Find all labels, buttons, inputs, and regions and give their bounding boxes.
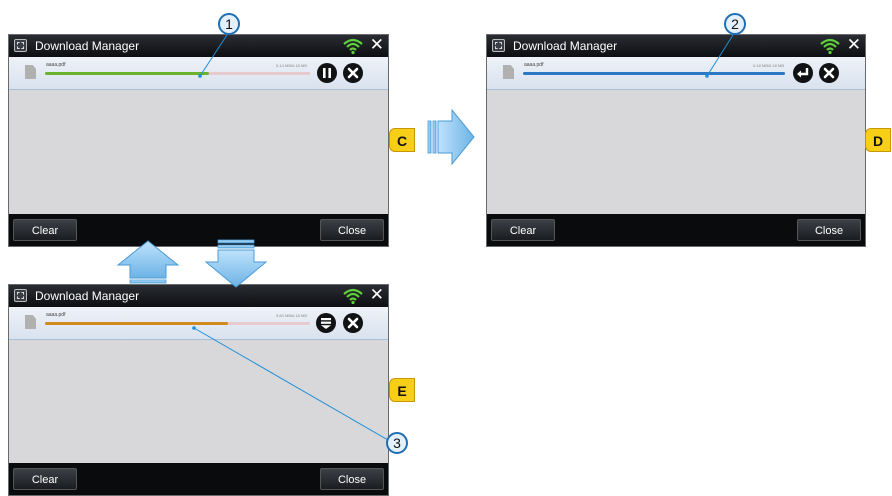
wifi-icon	[343, 288, 363, 305]
pause-icon	[323, 68, 331, 78]
bottom-bar: Clear Close	[9, 214, 388, 246]
resume-button[interactable]	[316, 313, 336, 333]
progress-fill	[45, 322, 228, 325]
window-title: Download Manager	[513, 39, 618, 53]
up-arrow-icon	[116, 240, 180, 284]
window-title: Download Manager	[35, 39, 140, 53]
right-arrow-icon	[427, 108, 475, 166]
wifi-icon	[343, 38, 363, 55]
enter-icon	[797, 68, 809, 78]
file-size: 5.14 MB/6.18 MB	[276, 63, 307, 68]
progress-bar	[523, 72, 785, 75]
download-manager-window-d: Download Manager ✕ aaaa.pdf 6.18 MB/6.18…	[486, 34, 866, 247]
window-title: Download Manager	[35, 289, 140, 303]
title-bar: Download Manager ✕	[487, 35, 865, 57]
download-item: aaaa.pdf 5.60 MB/6.18 MB	[9, 307, 388, 340]
state-tag-e: E	[389, 378, 415, 402]
cancel-icon	[347, 67, 359, 79]
clear-button[interactable]: Clear	[13, 219, 77, 241]
close-icon[interactable]: ✕	[847, 36, 861, 54]
cancel-icon	[823, 67, 835, 79]
close-icon[interactable]: ✕	[370, 36, 384, 54]
state-tag-d: D	[865, 128, 891, 152]
cancel-button[interactable]	[343, 313, 363, 333]
progress-fill	[45, 72, 210, 75]
bottom-bar: Clear Close	[9, 463, 388, 495]
file-name: aaaa.pdf	[46, 62, 66, 68]
cancel-button[interactable]	[819, 63, 839, 83]
file-size: 5.60 MB/6.18 MB	[276, 313, 307, 318]
title-bar: Download Manager ✕	[9, 35, 388, 57]
bottom-bar: Clear Close	[487, 214, 865, 246]
callout-1: 1	[218, 13, 240, 35]
close-button[interactable]: Close	[320, 468, 384, 490]
file-icon	[25, 65, 36, 79]
progress-bar	[45, 72, 310, 75]
resume-download-icon	[321, 318, 331, 329]
close-button[interactable]: Close	[797, 219, 861, 241]
download-item: aaaa.pdf 5.14 MB/6.18 MB	[9, 57, 388, 90]
cancel-icon	[347, 317, 359, 329]
wifi-icon	[820, 38, 840, 55]
app-icon	[14, 39, 27, 52]
callout-2: 2	[724, 13, 746, 35]
close-icon[interactable]: ✕	[370, 286, 384, 304]
title-bar: Download Manager ✕	[9, 285, 388, 307]
app-icon	[14, 289, 27, 302]
file-icon	[25, 315, 36, 329]
file-size: 6.18 MB/6.18 MB	[753, 63, 784, 68]
download-item: aaaa.pdf 6.18 MB/6.18 MB	[487, 57, 865, 90]
clear-button[interactable]: Clear	[491, 219, 555, 241]
callout-3: 3	[386, 432, 408, 454]
pause-button[interactable]	[317, 63, 337, 83]
state-tag-c: C	[389, 128, 415, 152]
progress-fill	[523, 72, 785, 75]
cancel-button[interactable]	[343, 63, 363, 83]
download-manager-window-c: Download Manager ✕ aaaa.pdf 5.14 MB/6.18…	[8, 34, 389, 247]
app-icon	[492, 39, 505, 52]
close-button[interactable]: Close	[320, 219, 384, 241]
clear-button[interactable]: Clear	[13, 468, 77, 490]
progress-bar	[45, 322, 310, 325]
down-arrow-icon	[204, 239, 268, 288]
download-manager-window-e: Download Manager ✕ aaaa.pdf 5.60 MB/6.18…	[8, 284, 389, 496]
open-button[interactable]	[793, 63, 813, 83]
file-name: aaaa.pdf	[524, 62, 544, 68]
file-icon	[503, 65, 514, 79]
file-name: aaaa.pdf	[46, 312, 66, 318]
